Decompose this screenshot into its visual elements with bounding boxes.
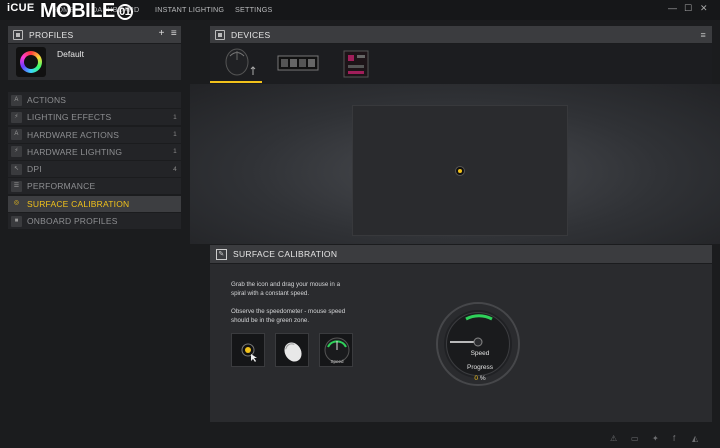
profile-name: Default [57, 49, 84, 59]
step-grab-icon [231, 333, 265, 367]
cursor-icon: ↖ [11, 163, 22, 175]
calibration-title: SURFACE CALIBRATION [233, 249, 338, 259]
step-speed-label: Speed [330, 359, 344, 364]
step-speedometer: Speed [319, 333, 353, 367]
nav-instant-lighting[interactable]: INSTANT LIGHTING [155, 5, 224, 14]
alert-icon[interactable]: ⚠ [610, 434, 617, 443]
app-logo: iCUE [7, 2, 35, 14]
minimize-button[interactable]: — [668, 3, 677, 13]
devices-bar [210, 44, 712, 84]
twitter-icon[interactable]: ✦ [652, 434, 659, 443]
profiles-title: PROFILES [29, 29, 74, 40]
menu-label: PERFORMANCE [27, 181, 96, 192]
watermark-number: 01 [116, 4, 133, 20]
menu-count: 4 [173, 165, 177, 173]
mouse-move-icon [284, 342, 302, 362]
menu-count: 1 [173, 131, 177, 139]
menu-item-onboard-profiles[interactable]: ■ ONBOARD PROFILES [8, 213, 181, 230]
menu-item-dpi[interactable]: ↖ DPI 4 [8, 161, 181, 178]
menu-count: 1 [173, 148, 177, 156]
close-button[interactable]: ✕ [700, 3, 708, 14]
chat-icon[interactable]: ▭ [631, 434, 639, 443]
progress-unit: % [479, 375, 486, 382]
gauge-arc-icon [450, 314, 493, 347]
gauge-progress-value: 0 % [438, 375, 522, 382]
maximize-button[interactable]: ☐ [684, 3, 692, 14]
instruction-speedometer: Observe the speedometer - mouse speed sh… [231, 308, 346, 324]
calibration-target-icon[interactable] [455, 166, 465, 176]
profile-actions: + ≡ [159, 28, 177, 39]
gauge-speed-label: Speed [470, 350, 490, 357]
progress-value: 0 [474, 375, 479, 382]
device-motherboard[interactable] [342, 47, 370, 79]
menu-item-surface-calibration[interactable]: ◎ SURFACE CALIBRATION [8, 195, 181, 212]
device-ram[interactable] [276, 47, 320, 79]
selected-device-indicator [210, 81, 262, 83]
memory-module-icon [277, 55, 319, 71]
watermark-logo: MOBILE 01 [40, 1, 133, 21]
add-profile-button[interactable]: + [159, 28, 165, 39]
keyboard-icon [215, 29, 225, 40]
menu-item-performance[interactable]: ☰ PERFORMANCE [8, 178, 181, 195]
profile-item-default[interactable]: Default [8, 44, 181, 80]
profiles-icon [13, 29, 23, 40]
menu-label: ACTIONS [27, 95, 67, 105]
menu-label: HARDWARE LIGHTING [27, 146, 123, 157]
performance-icon: ☰ [11, 180, 22, 192]
menu-label: SURFACE CALIBRATION [27, 198, 130, 209]
edit-icon: ✎ [216, 248, 227, 260]
motherboard-icon [343, 50, 369, 78]
step-move-mouse [275, 333, 309, 367]
nav-settings[interactable]: SETTINGS [235, 5, 273, 14]
devices-title: DEVICES [231, 29, 271, 40]
target-icon: ◎ [13, 200, 20, 207]
top-bar: iCUE MOBILE 01 HOME DASHBOARD INSTANT LIG… [0, 0, 720, 21]
profile-icue-icon [16, 47, 46, 77]
menu-item-hardware-actions[interactable]: A HARDWARE ACTIONS 1 [8, 126, 181, 143]
profile-menu-button[interactable]: ≡ [171, 28, 177, 39]
profile-settings-menu: A ACTIONS ⚡ LIGHTING EFFECTS 1 A HARDWARE AC… [8, 92, 181, 230]
left-panel: PROFILES + ≡ Default A ACTIONS ⚡ LIGHTING … [8, 26, 181, 441]
actions-icon: A [11, 94, 22, 106]
device-mouse[interactable] [220, 47, 260, 79]
devices-menu-button[interactable]: ≡ [700, 30, 706, 40]
speed-gauge: Speed Progress 0 % [436, 302, 520, 386]
menu-item-hardware-lighting[interactable]: ⚡ HARDWARE LIGHTING 1 [8, 143, 181, 160]
menu-label: ONBOARD PROFILES [27, 216, 118, 227]
mouse-icon [225, 48, 256, 76]
menu-label: DPI [27, 164, 42, 175]
lightning-icon: ⚡ [11, 111, 22, 123]
grab-target-icon [241, 343, 257, 362]
menu-item-actions[interactable]: A ACTIONS [8, 92, 181, 108]
actions-icon: A [11, 129, 22, 141]
profiles-header: PROFILES + ≡ [8, 26, 181, 43]
devices-header: DEVICES ≡ [210, 26, 712, 43]
menu-count: 1 [173, 113, 177, 121]
memory-icon: ■ [11, 215, 22, 227]
corsair-icon[interactable]: ◭ [692, 434, 698, 443]
instruction-drag: Grab the icon and drag your mouse in a s… [231, 281, 341, 297]
menu-label: LIGHTING EFFECTS [27, 112, 112, 123]
gauge-progress-label: Progress [466, 364, 493, 371]
menu-item-lighting-effects[interactable]: ⚡ LIGHTING EFFECTS 1 [8, 109, 181, 126]
menu-label: HARDWARE ACTIONS [27, 129, 120, 140]
watermark-text: MOBILE [40, 0, 115, 22]
lightning-icon: ⚡ [11, 146, 22, 158]
facebook-icon[interactable]: f [673, 434, 675, 443]
calibration-header: ✎ SURFACE CALIBRATION [210, 245, 712, 263]
